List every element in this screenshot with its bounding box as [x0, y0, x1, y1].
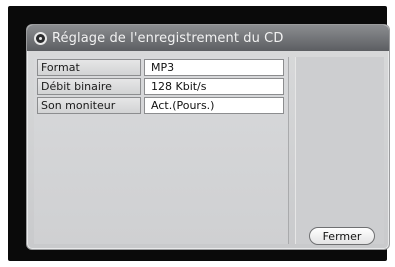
setting-value-monitor-sound[interactable]: Act.(Pours.) — [144, 97, 284, 114]
setting-label-monitor-sound: Son moniteur — [37, 97, 141, 114]
setting-label-bitrate: Débit binaire — [37, 78, 141, 95]
setting-row-bitrate[interactable]: Débit binaire 128 Kbit/s — [37, 78, 285, 95]
setting-value-bitrate[interactable]: 128 Kbit/s — [144, 78, 284, 95]
side-panel — [295, 57, 384, 244]
dialog-title: Réglage de l'enregistrement du CD — [52, 30, 284, 46]
setting-label-format: Format — [37, 59, 141, 76]
cd-recording-settings-dialog: Réglage de l'enregistrement du CD Format… — [26, 24, 390, 250]
setting-value-format[interactable]: MP3 — [144, 59, 284, 76]
close-button[interactable]: Fermer — [309, 227, 375, 245]
screen-bezel: Réglage de l'enregistrement du CD Format… — [8, 6, 390, 261]
settings-list: Format MP3 Débit binaire 128 Kbit/s Son … — [37, 59, 285, 116]
setting-row-monitor-sound[interactable]: Son moniteur Act.(Pours.) — [37, 97, 285, 114]
settings-panel: Format MP3 Débit binaire 128 Kbit/s Son … — [34, 57, 289, 244]
setting-row-format[interactable]: Format MP3 — [37, 59, 285, 76]
dialog-titlebar: Réglage de l'enregistrement du CD — [27, 25, 389, 51]
settings-disc-icon — [34, 31, 47, 45]
